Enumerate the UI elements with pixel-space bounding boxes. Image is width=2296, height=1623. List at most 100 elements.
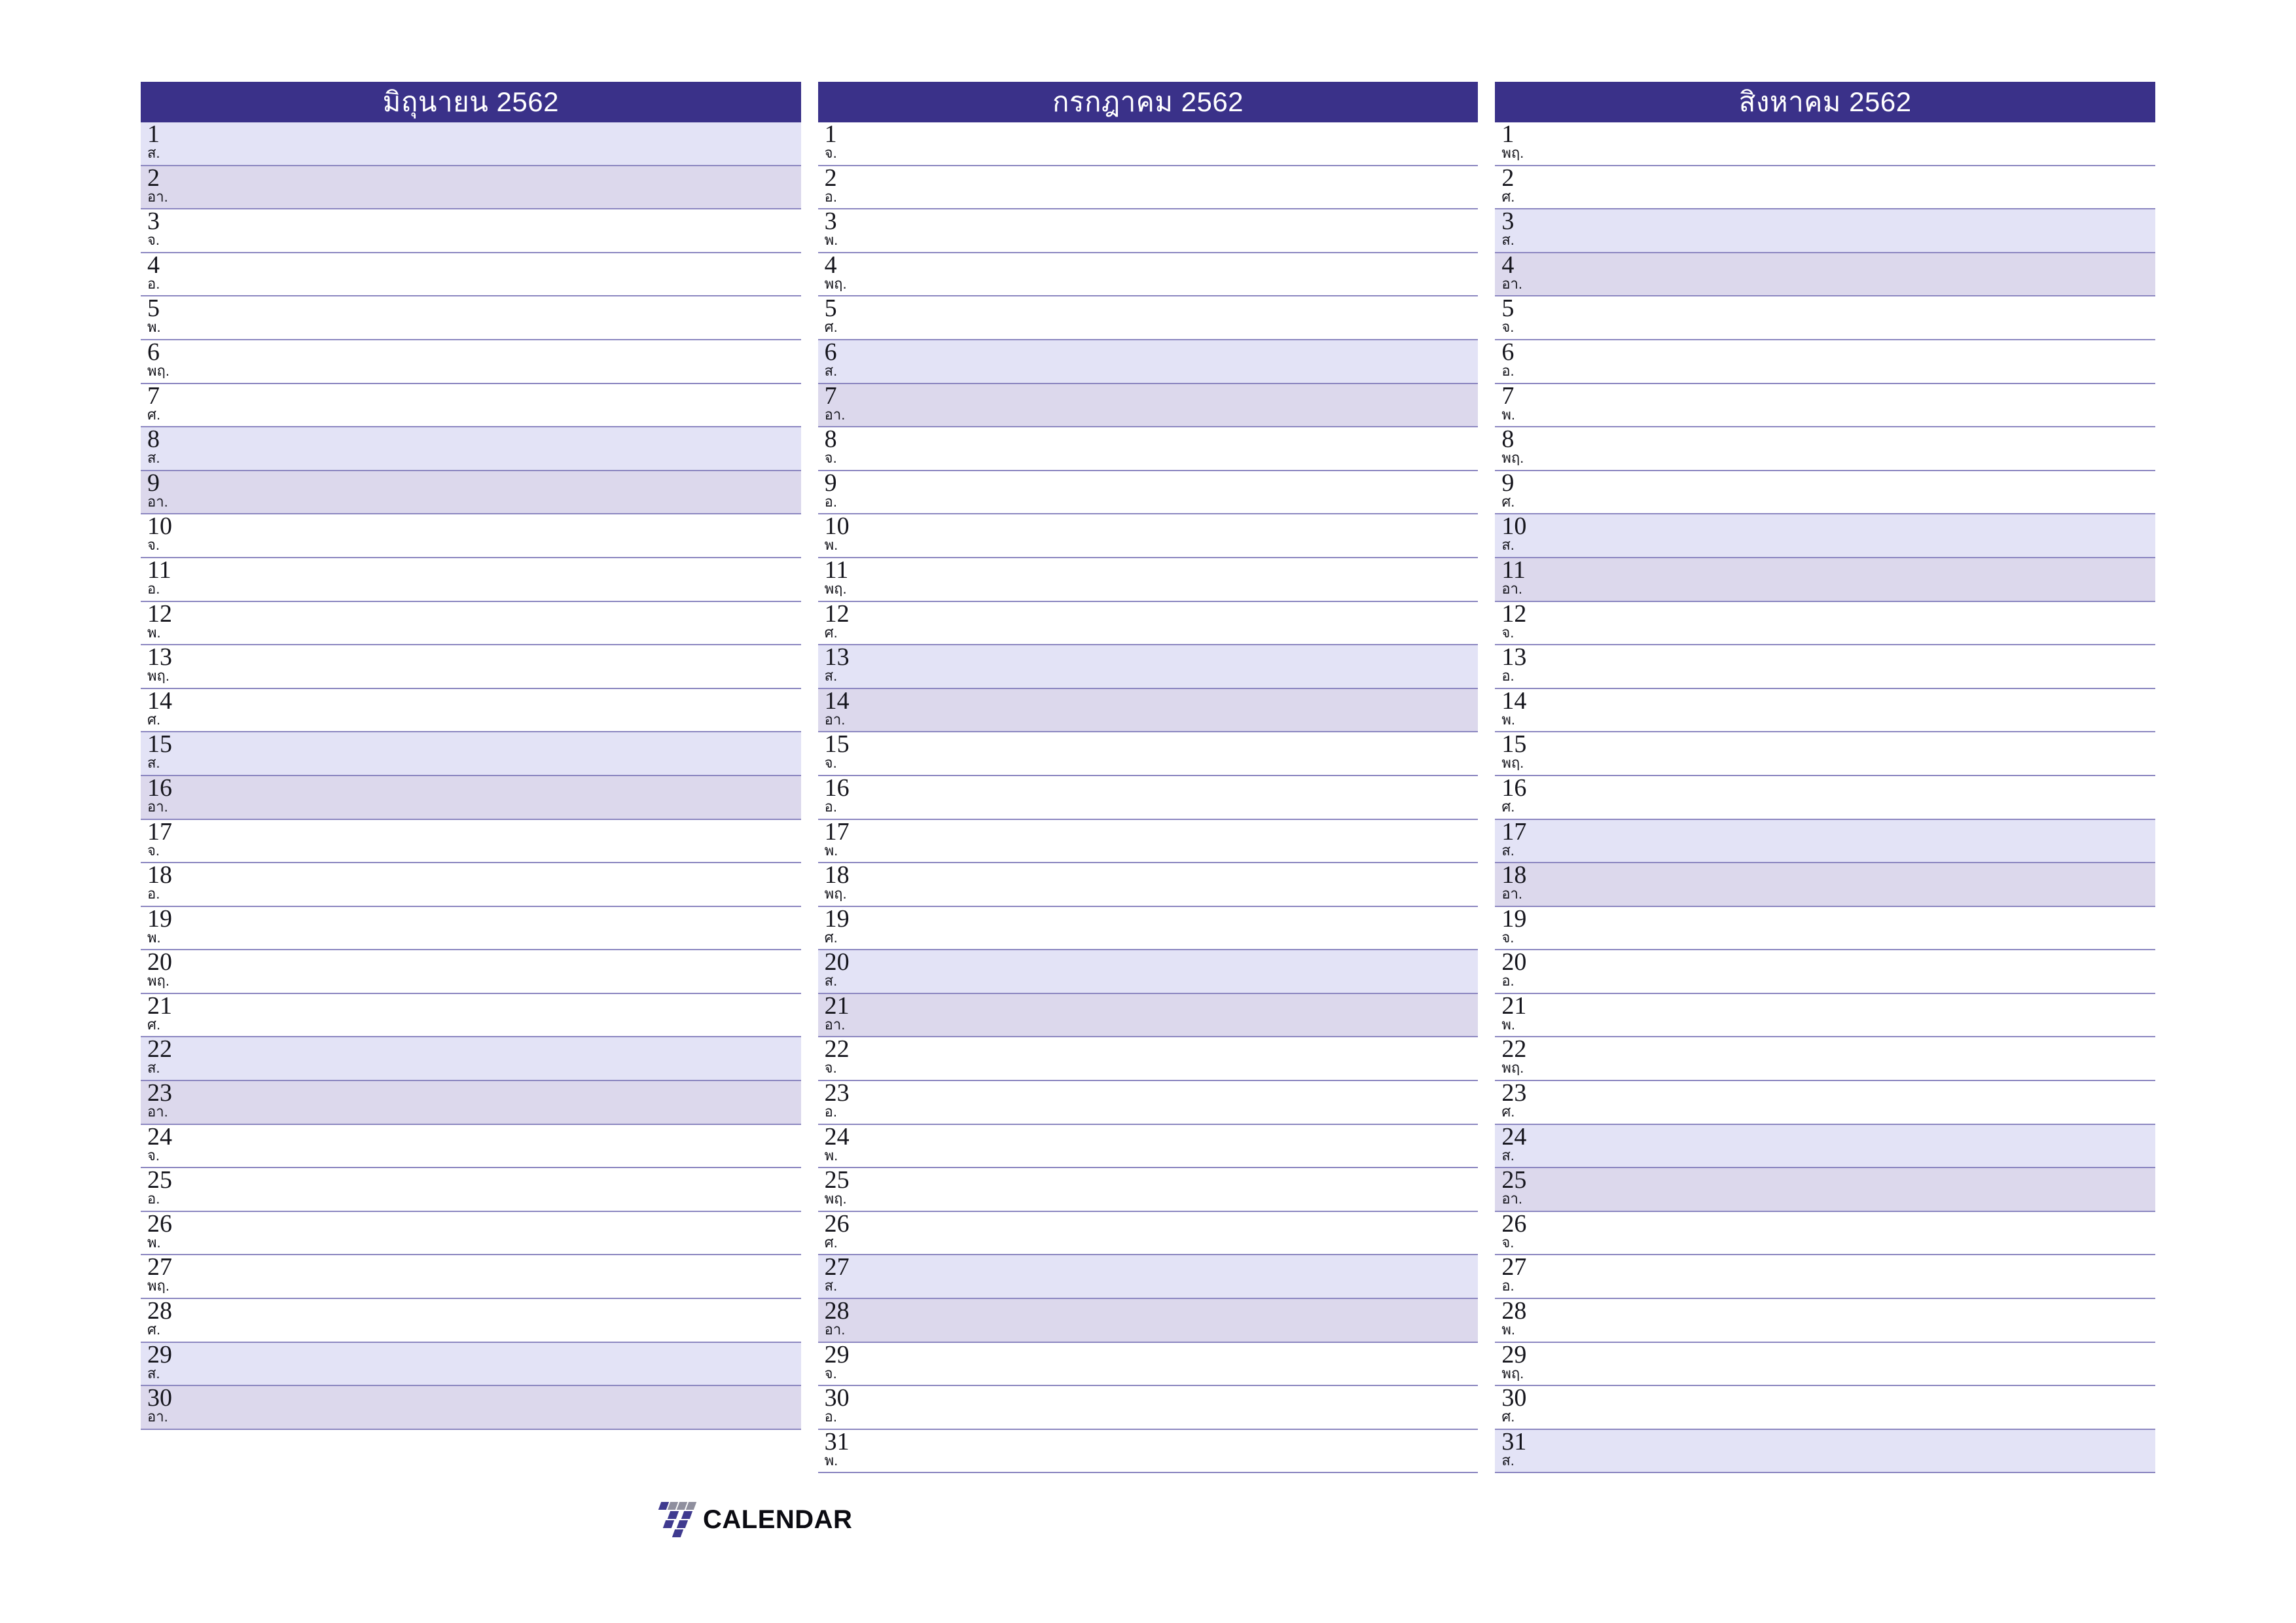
day-note-area[interactable] xyxy=(1573,514,2155,557)
day-row[interactable]: 29 จ. xyxy=(817,1342,1479,1387)
day-note-area[interactable] xyxy=(897,1255,1479,1298)
day-row[interactable]: 2 อา. xyxy=(141,165,801,210)
day-note-area[interactable] xyxy=(219,1255,801,1298)
day-note-area[interactable] xyxy=(1573,296,2155,339)
day-note-area[interactable] xyxy=(219,471,801,514)
day-note-area[interactable] xyxy=(1573,1343,2155,1385)
day-row[interactable]: 5 ศ. xyxy=(817,295,1479,340)
day-row[interactable]: 16 อา. xyxy=(141,775,801,820)
day-note-area[interactable] xyxy=(897,1343,1479,1385)
day-note-area[interactable] xyxy=(219,166,801,209)
day-row[interactable]: 11 พฤ. xyxy=(817,557,1479,602)
day-row[interactable]: 1 พฤ. xyxy=(1495,121,2156,166)
day-note-area[interactable] xyxy=(219,602,801,645)
day-row[interactable]: 4 อา. xyxy=(1495,252,2156,297)
day-note-area[interactable] xyxy=(219,1299,801,1342)
day-note-area[interactable] xyxy=(1573,689,2155,732)
day-row[interactable]: 22 ส. xyxy=(141,1036,801,1082)
day-note-area[interactable] xyxy=(897,732,1479,775)
day-row[interactable]: 8 ส. xyxy=(141,426,801,471)
day-note-area[interactable] xyxy=(219,1168,801,1211)
day-note-area[interactable] xyxy=(219,296,801,339)
day-row[interactable]: 18 พฤ. xyxy=(817,862,1479,907)
day-note-area[interactable] xyxy=(219,1386,801,1429)
day-row[interactable]: 7 พ. xyxy=(1495,383,2156,428)
day-row[interactable]: 8 จ. xyxy=(817,426,1479,471)
day-row[interactable]: 5 พ. xyxy=(141,295,801,340)
day-note-area[interactable] xyxy=(1573,122,2155,165)
day-row[interactable]: 31 พ. xyxy=(817,1429,1479,1474)
day-row[interactable]: 22 พฤ. xyxy=(1495,1036,2156,1082)
day-note-area[interactable] xyxy=(897,384,1479,427)
day-row[interactable]: 20 พฤ. xyxy=(141,949,801,994)
day-row[interactable]: 22 จ. xyxy=(817,1036,1479,1082)
day-row[interactable]: 21 พ. xyxy=(1495,993,2156,1038)
day-row[interactable]: 31 ส. xyxy=(1495,1429,2156,1474)
day-row[interactable]: 30 ศ. xyxy=(1495,1385,2156,1430)
day-note-area[interactable] xyxy=(1573,776,2155,819)
day-row[interactable]: 17 พ. xyxy=(817,819,1479,864)
day-note-area[interactable] xyxy=(219,384,801,427)
day-note-area[interactable] xyxy=(219,994,801,1037)
day-note-area[interactable] xyxy=(219,558,801,601)
day-note-area[interactable] xyxy=(219,645,801,688)
day-note-area[interactable] xyxy=(897,209,1479,252)
day-row[interactable]: 7 ศ. xyxy=(141,383,801,428)
day-note-area[interactable] xyxy=(1573,209,2155,252)
day-note-area[interactable] xyxy=(219,863,801,906)
day-row[interactable]: 3 ส. xyxy=(1495,208,2156,253)
day-row[interactable]: 11 อา. xyxy=(1495,557,2156,602)
day-note-area[interactable] xyxy=(1573,1081,2155,1124)
day-note-area[interactable] xyxy=(1573,820,2155,863)
day-note-area[interactable] xyxy=(1573,1212,2155,1255)
day-row[interactable]: 12 ศ. xyxy=(817,601,1479,646)
day-note-area[interactable] xyxy=(897,863,1479,906)
day-row[interactable]: 15 พฤ. xyxy=(1495,731,2156,776)
day-note-area[interactable] xyxy=(1573,1255,2155,1298)
day-note-area[interactable] xyxy=(897,820,1479,863)
day-row[interactable]: 10 พ. xyxy=(817,513,1479,558)
day-note-area[interactable] xyxy=(897,1081,1479,1124)
day-note-area[interactable] xyxy=(1573,427,2155,470)
day-note-area[interactable] xyxy=(897,994,1479,1037)
day-row[interactable]: 7 อา. xyxy=(817,383,1479,428)
day-row[interactable]: 24 จ. xyxy=(141,1124,801,1169)
day-note-area[interactable] xyxy=(219,820,801,863)
day-note-area[interactable] xyxy=(1573,166,2155,209)
day-note-area[interactable] xyxy=(219,253,801,296)
day-row[interactable]: 6 พฤ. xyxy=(141,339,801,384)
day-row[interactable]: 25 พฤ. xyxy=(817,1167,1479,1212)
day-row[interactable]: 8 พฤ. xyxy=(1495,426,2156,471)
day-row[interactable]: 2 ศ. xyxy=(1495,165,2156,210)
day-note-area[interactable] xyxy=(897,166,1479,209)
day-row[interactable]: 13 พฤ. xyxy=(141,644,801,689)
day-row[interactable]: 24 พ. xyxy=(817,1124,1479,1169)
day-row[interactable]: 3 พ. xyxy=(817,208,1479,253)
day-row[interactable]: 18 อา. xyxy=(1495,862,2156,907)
day-row[interactable]: 28 พ. xyxy=(1495,1298,2156,1343)
day-note-area[interactable] xyxy=(1573,994,2155,1037)
day-row[interactable]: 23 อ. xyxy=(817,1080,1479,1125)
day-row[interactable]: 20 อ. xyxy=(1495,949,2156,994)
day-row[interactable]: 14 พ. xyxy=(1495,688,2156,733)
day-note-area[interactable] xyxy=(897,1168,1479,1211)
day-note-area[interactable] xyxy=(1573,1125,2155,1168)
day-row[interactable]: 16 อ. xyxy=(817,775,1479,820)
day-note-area[interactable] xyxy=(1573,384,2155,427)
day-note-area[interactable] xyxy=(219,1212,801,1255)
day-row[interactable]: 21 ศ. xyxy=(141,993,801,1038)
day-note-area[interactable] xyxy=(219,1081,801,1124)
day-row[interactable]: 10 จ. xyxy=(141,513,801,558)
day-row[interactable]: 23 อา. xyxy=(141,1080,801,1125)
day-note-area[interactable] xyxy=(1573,1037,2155,1080)
day-note-area[interactable] xyxy=(897,340,1479,383)
day-note-area[interactable] xyxy=(1573,253,2155,296)
day-row[interactable]: 12 จ. xyxy=(1495,601,2156,646)
day-note-area[interactable] xyxy=(1573,645,2155,688)
day-note-area[interactable] xyxy=(897,1037,1479,1080)
day-note-area[interactable] xyxy=(219,776,801,819)
day-note-area[interactable] xyxy=(897,122,1479,165)
day-note-area[interactable] xyxy=(1573,950,2155,993)
day-row[interactable]: 19 พ. xyxy=(141,906,801,951)
day-row[interactable]: 9 ศ. xyxy=(1495,470,2156,515)
